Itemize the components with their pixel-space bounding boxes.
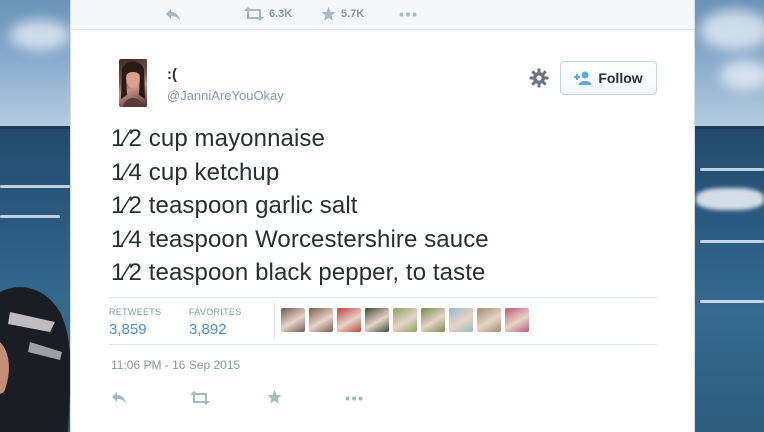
tweet-stats: RETWEETS 3,859 FAVORITES 3,892 — [109, 297, 657, 345]
favoriter-avatars — [281, 308, 529, 332]
favoriter-avatar[interactable] — [337, 308, 361, 332]
retweet-button[interactable] — [190, 391, 210, 405]
retweets-label: RETWEETS — [109, 307, 162, 317]
favoriter-avatar[interactable] — [365, 308, 389, 332]
avatar[interactable] — [119, 59, 147, 107]
tweet-card: 6.3K 5.7K :( @JanniAreYouOkay Follow 1⁄2… — [70, 0, 695, 432]
favoriter-avatar[interactable] — [449, 308, 473, 332]
more-icon — [399, 12, 417, 17]
previous-retweet-button[interactable]: 6.3K — [244, 7, 292, 21]
reply-button[interactable] — [111, 391, 127, 405]
retweets-stat[interactable]: RETWEETS 3,859 — [109, 307, 161, 338]
retweets-count: 3,859 — [109, 321, 147, 338]
retweet-icon — [244, 7, 264, 21]
favorites-label: FAVORITES — [189, 307, 242, 317]
favoriter-avatar[interactable] — [421, 308, 445, 332]
follow-person-icon — [574, 71, 592, 85]
tweet-timestamp[interactable]: 11:06 PM - 16 Sep 2015 — [111, 358, 240, 372]
previous-more-button[interactable] — [399, 12, 417, 17]
tweet-line: 1⁄2 teaspoon black pepper, to taste — [111, 259, 486, 286]
retweet-icon — [190, 391, 210, 405]
previous-tweet-actions: 6.3K 5.7K — [71, 0, 694, 30]
tweet-line: 1⁄4 teaspoon Worcestershire sauce — [111, 225, 489, 253]
tweet-line: 1⁄2 teaspoon garlic salt — [111, 192, 358, 219]
favorites-count: 3,892 — [189, 321, 227, 338]
favorite-icon — [267, 390, 282, 404]
favoriter-avatar[interactable] — [393, 308, 417, 332]
favoriter-avatar[interactable] — [309, 308, 333, 332]
user-handle[interactable]: @JanniAreYouOkay — [167, 88, 284, 103]
person-silhouette — [0, 287, 71, 432]
favorite-button[interactable] — [267, 390, 282, 404]
tweet-actions — [71, 385, 694, 415]
follow-label: Follow — [598, 70, 643, 86]
more-button[interactable] — [345, 396, 363, 401]
favorite-icon — [321, 7, 336, 21]
stats-divider — [274, 302, 275, 340]
display-name[interactable]: :( — [167, 66, 177, 83]
profile-photo — [121, 61, 145, 107]
reply-icon — [166, 9, 180, 21]
follow-button[interactable]: Follow — [560, 61, 657, 95]
tweet-line: 1⁄2 cup mayonnaise — [111, 125, 325, 152]
reply-icon — [112, 392, 126, 404]
tweet-line: 1⁄4 cup ketchup — [111, 158, 280, 186]
favoriter-avatar[interactable] — [281, 308, 305, 332]
more-icon — [345, 396, 363, 401]
gear-icon[interactable] — [528, 67, 550, 89]
previous-favorite-button[interactable]: 5.7K — [321, 7, 364, 21]
tweet-text: 1⁄2 cup mayonnaise 1⁄4 cup ketchup 1⁄2 t… — [111, 122, 671, 290]
favoriter-avatar[interactable] — [477, 308, 501, 332]
previous-reply-button[interactable] — [165, 8, 181, 22]
previous-retweet-count: 6.3K — [269, 8, 293, 20]
favoriter-avatar[interactable] — [505, 308, 529, 332]
previous-favorite-count: 5.7K — [341, 8, 365, 20]
favorites-stat[interactable]: FAVORITES 3,892 — [189, 307, 242, 338]
